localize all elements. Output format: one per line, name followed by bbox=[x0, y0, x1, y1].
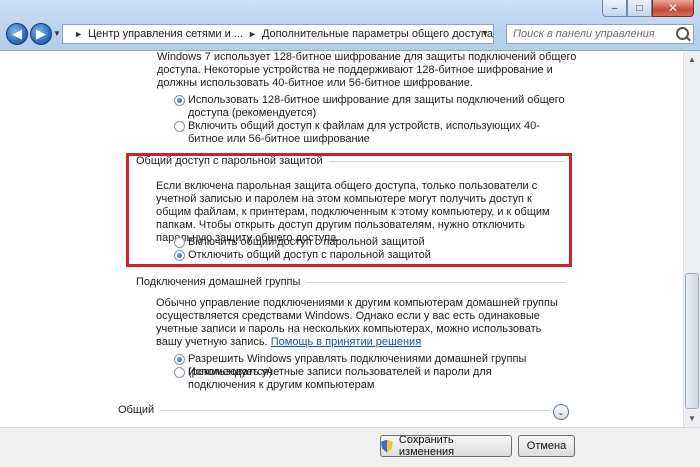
section-title: Подключения домашней группы bbox=[136, 276, 300, 288]
recent-pages-dropdown-icon[interactable]: ▼ bbox=[53, 29, 61, 38]
radio-button[interactable] bbox=[174, 367, 185, 378]
section-divider bbox=[306, 282, 566, 283]
homegroup-description: Обычно управление подключениями к другим… bbox=[156, 297, 561, 349]
save-changes-button[interactable]: Сохранить изменения bbox=[380, 435, 512, 457]
scrollbar-thumb[interactable] bbox=[685, 273, 699, 409]
radio-button[interactable] bbox=[174, 354, 185, 365]
encryption-option-128[interactable]: Использовать 128-битное шифрование для з… bbox=[174, 94, 594, 120]
search-icon[interactable] bbox=[676, 27, 689, 40]
button-bar: Сохранить изменения Отмена bbox=[0, 427, 700, 467]
section-divider bbox=[160, 410, 550, 411]
minimize-button[interactable]: – bbox=[602, 0, 627, 17]
help-decide-link[interactable]: Помощь в принятии решения bbox=[271, 336, 421, 348]
scroll-down-icon[interactable]: ▼ bbox=[684, 410, 700, 427]
window-titlebar: – □ ✕ ◀ ▶ ▼ ► Центр управления сетями и … bbox=[0, 0, 700, 51]
radio-button[interactable] bbox=[174, 95, 185, 106]
section-general[interactable]: Общий bbox=[118, 404, 550, 416]
uac-shield-icon bbox=[381, 440, 393, 453]
section-title: Общий bbox=[118, 404, 154, 416]
search-placeholder: Поиск в панели управления bbox=[513, 28, 655, 40]
breadcrumb-advanced-sharing[interactable]: Дополнительные параметры общего доступа bbox=[262, 28, 493, 40]
close-button[interactable]: ✕ bbox=[652, 0, 694, 17]
maximize-button[interactable]: □ bbox=[627, 0, 652, 17]
encryption-intro-text: Windows 7 использует 128-битное шифрован… bbox=[157, 51, 577, 90]
vertical-scrollbar[interactable]: ▲ ▼ bbox=[683, 51, 700, 427]
encryption-option-40-56[interactable]: Включить общий доступ к файлам для устро… bbox=[174, 120, 574, 146]
encryption-option-label: Использовать 128-битное шифрование для з… bbox=[188, 94, 594, 120]
password-sharing-highlight bbox=[126, 153, 572, 267]
expand-chevron-icon[interactable]: ⌄ bbox=[553, 404, 569, 420]
cancel-label: Отмена bbox=[527, 440, 566, 452]
back-arrow-icon[interactable]: ◀ bbox=[6, 23, 28, 45]
radio-button[interactable] bbox=[174, 121, 185, 132]
address-dropdown-icon[interactable]: ▼ bbox=[481, 29, 489, 38]
search-input[interactable]: Поиск в панели управления bbox=[506, 24, 694, 44]
breadcrumb-network-center[interactable]: Центр управления сетями и ... bbox=[88, 28, 243, 40]
window-controls: – □ ✕ bbox=[602, 0, 694, 17]
encryption-option-label: Включить общий доступ к файлам для устро… bbox=[188, 120, 574, 146]
scroll-up-icon[interactable]: ▲ bbox=[684, 51, 700, 68]
breadcrumb-chevron-icon[interactable]: ► bbox=[74, 29, 83, 39]
breadcrumb-chevron-icon[interactable]: ► bbox=[248, 29, 257, 39]
section-homegroup[interactable]: Подключения домашней группы bbox=[136, 276, 566, 288]
save-changes-label: Сохранить изменения bbox=[399, 434, 511, 458]
forward-arrow-icon[interactable]: ▶ bbox=[30, 23, 52, 45]
homegroup-user-accounts-option[interactable]: Использовать учетные записи пользователе… bbox=[174, 366, 559, 392]
address-bar[interactable]: ► Центр управления сетями и ... ► Дополн… bbox=[62, 24, 494, 44]
homegroup-option-label: Использовать учетные записи пользователе… bbox=[188, 366, 559, 392]
cancel-button[interactable]: Отмена bbox=[518, 435, 575, 457]
